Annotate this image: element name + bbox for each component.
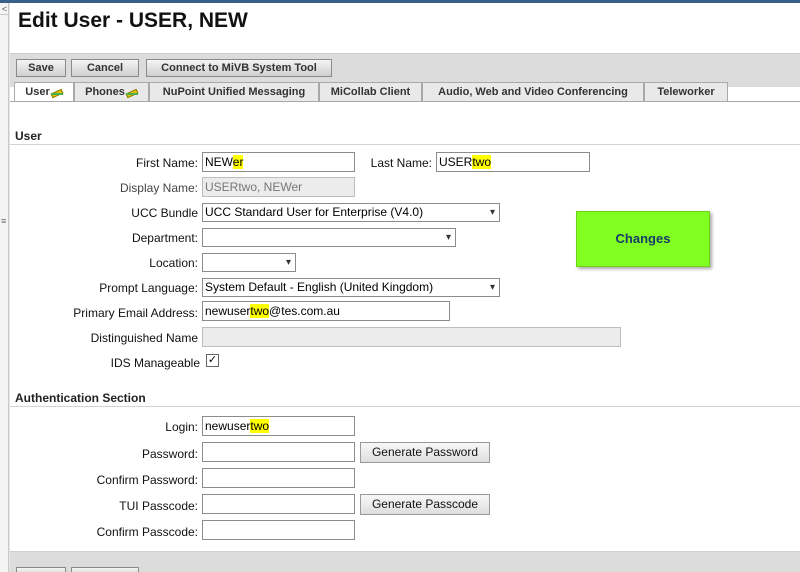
bottom-toolbar — [10, 551, 800, 572]
save-button[interactable]: Save — [16, 59, 66, 77]
display-name-label: Display Name: — [119, 181, 198, 195]
tab-user[interactable]: User — [14, 82, 74, 102]
first-name-value: NEW — [205, 155, 233, 169]
auth-section-heading: Authentication Section — [15, 391, 146, 405]
chevron-down-icon: ▾ — [285, 257, 291, 268]
ids-manageable-label: IDS Manageable — [110, 356, 200, 370]
tab-teleworker[interactable]: Teleworker — [644, 82, 728, 101]
connect-mivb-button[interactable]: Connect to MiVB System Tool — [146, 59, 332, 77]
edited-pencil-icon — [50, 88, 63, 96]
last-name-changed-text: two — [472, 155, 492, 169]
ucc-bundle-value: UCC Standard User for Enterprise (V4.0) — [205, 205, 424, 219]
left-panel-gutter[interactable]: < ≡ — [0, 3, 9, 572]
page-title: Edit User - USER, NEW — [18, 9, 248, 32]
tab-micollab-client[interactable]: MiCollab Client — [319, 82, 422, 101]
email-value-prefix: newuser — [205, 304, 251, 318]
login-input[interactable]: newusertwo — [202, 416, 355, 436]
last-name-value: USER — [439, 155, 473, 169]
confirm-passcode-input[interactable] — [202, 520, 355, 540]
tab-conferencing[interactable]: Audio, Web and Video Conferencing — [422, 82, 644, 101]
generate-password-button[interactable]: Generate Password — [360, 442, 490, 463]
email-value-suffix: @tes.com.au — [269, 304, 340, 318]
confirm-password-label: Confirm Password: — [96, 473, 198, 487]
first-name-input[interactable]: NEWer — [202, 152, 355, 172]
chevron-down-icon: ▾ — [445, 232, 451, 243]
email-changed-text: two — [250, 304, 270, 318]
login-changed-text: two — [250, 419, 270, 433]
confirm-passcode-label: Confirm Passcode: — [96, 525, 198, 539]
tui-passcode-input[interactable] — [202, 494, 355, 514]
last-name-input[interactable]: USERtwo — [436, 152, 590, 172]
ucc-bundle-label: UCC Bundle — [131, 206, 198, 220]
department-select[interactable]: ▾ — [202, 228, 456, 247]
location-select[interactable]: ▾ — [202, 253, 296, 272]
user-section-heading: User — [15, 129, 42, 143]
cancel-button[interactable]: Cancel — [71, 59, 139, 77]
resize-grip-icon[interactable]: ≡ — [1, 215, 7, 227]
user-form: User First Name: NEWer Last Name: USERtw… — [10, 111, 800, 551]
primary-email-input[interactable]: newusertwo@tes.com.au — [202, 301, 450, 321]
display-name-input: USERtwo, NEWer — [202, 177, 355, 197]
generate-passcode-button[interactable]: Generate Passcode — [360, 494, 490, 515]
distinguished-name-label: Distinguished Name — [90, 331, 198, 345]
prompt-language-select[interactable]: System Default - English (United Kingdom… — [202, 278, 500, 297]
last-name-label: Last Name: — [370, 156, 432, 170]
tui-passcode-label: TUI Passcode: — [119, 499, 198, 513]
collapse-arrow-icon[interactable]: < — [0, 3, 9, 15]
bottom-save-button[interactable] — [16, 567, 66, 572]
prompt-language-value: System Default - English (United Kingdom… — [205, 280, 434, 294]
edited-pencil-icon — [125, 88, 138, 96]
section-divider — [10, 144, 800, 145]
chevron-down-icon: ▾ — [489, 282, 495, 293]
tab-divider — [10, 101, 800, 102]
section-divider — [10, 406, 800, 407]
ucc-bundle-select[interactable]: UCC Standard User for Enterprise (V4.0) ▾ — [202, 203, 500, 222]
tab-user-label: User — [25, 86, 50, 98]
edit-user-panel: Edit User - USER, NEW Save Cancel Connec… — [10, 3, 800, 572]
first-name-label: First Name: — [135, 156, 198, 170]
location-label: Location: — [149, 256, 198, 270]
bottom-cancel-button[interactable] — [71, 567, 139, 572]
department-label: Department: — [131, 231, 198, 245]
primary-email-label: Primary Email Address: — [73, 306, 198, 320]
first-name-changed-text: er — [232, 155, 244, 169]
password-input[interactable] — [202, 442, 355, 462]
login-label: Login: — [165, 420, 198, 434]
tab-phones-label: Phones — [85, 86, 125, 98]
ids-manageable-checkbox[interactable]: ✓ — [206, 354, 219, 367]
changes-callout: Changes — [576, 211, 710, 267]
chevron-down-icon: ▾ — [489, 207, 495, 218]
password-label: Password: — [141, 447, 198, 461]
distinguished-name-input — [202, 327, 621, 347]
tab-strip: User Phones NuPoint Unified Messaging Mi… — [10, 82, 800, 102]
confirm-password-input[interactable] — [202, 468, 355, 488]
prompt-language-label: Prompt Language: — [99, 281, 198, 295]
tab-nupoint[interactable]: NuPoint Unified Messaging — [149, 82, 319, 101]
tab-phones[interactable]: Phones — [74, 82, 149, 101]
login-value: newuser — [205, 419, 251, 433]
